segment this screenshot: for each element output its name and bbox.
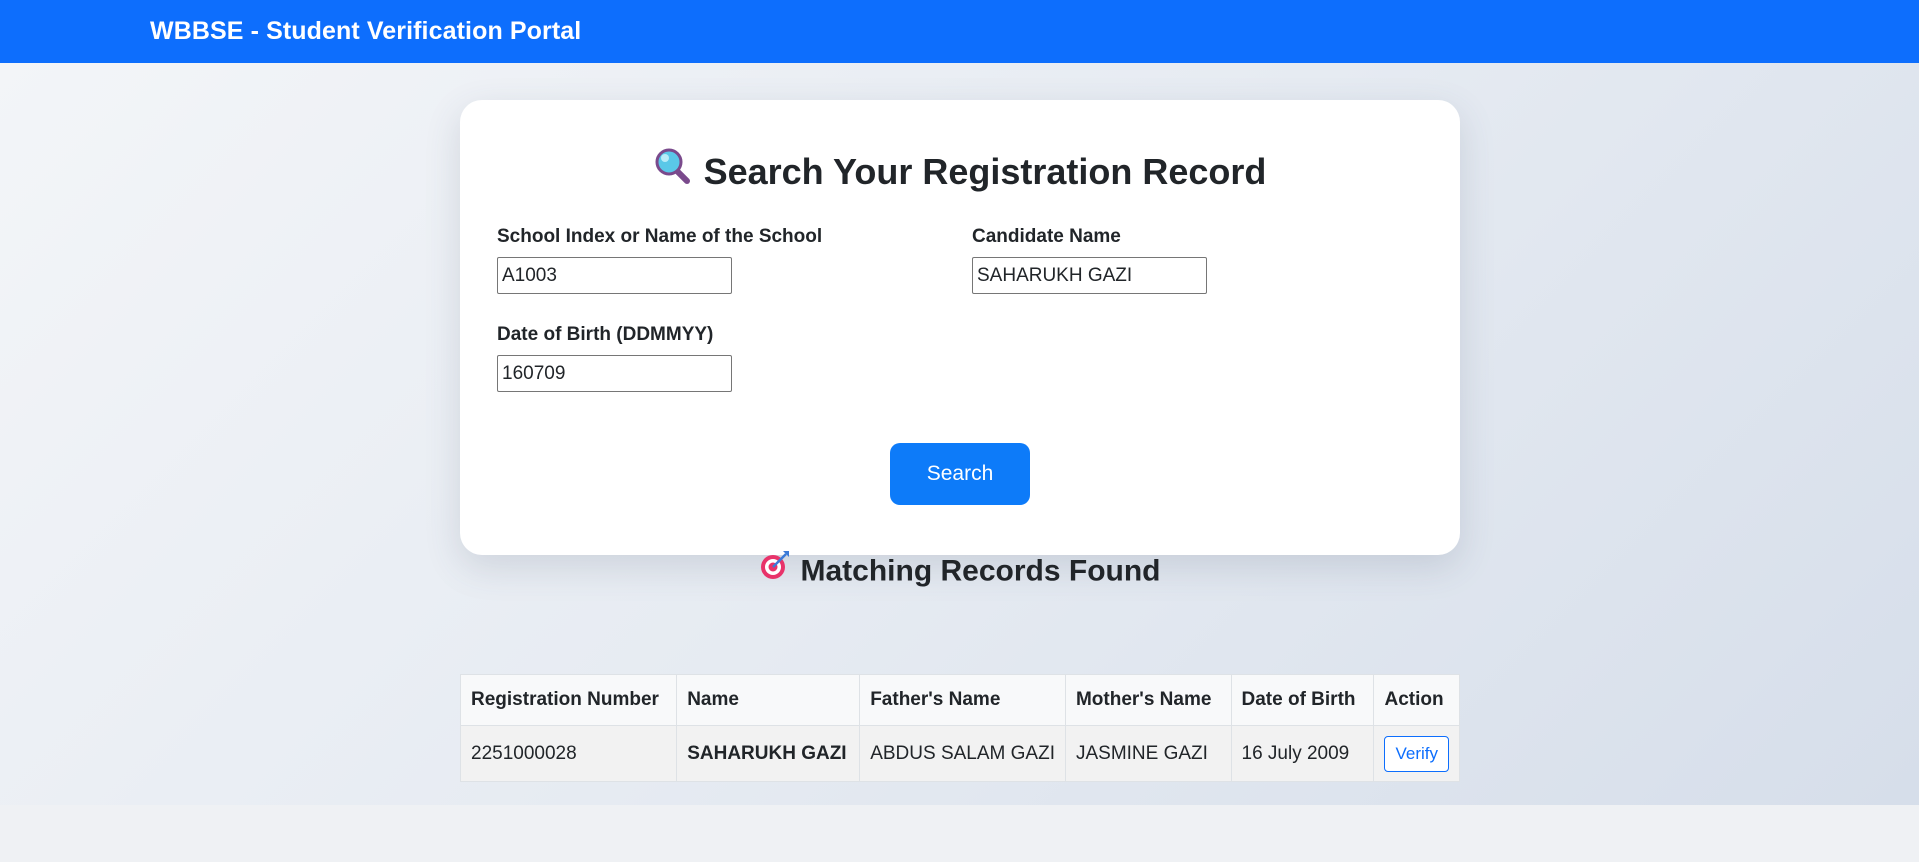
father-name-cell: ABDUS SALAM GAZI [859, 725, 1066, 782]
dob-field-group: Date of Birth (DDMMYY) [497, 324, 732, 392]
mother-name-cell: JASMINE GAZI [1064, 725, 1232, 782]
results-header-row: Registration Number Name Father's Name M… [459, 674, 1460, 726]
date-of-birth-cell: 16 July 2009 [1230, 725, 1375, 782]
search-card: Search Your Registration Record School I… [460, 100, 1460, 555]
verify-button[interactable]: Verify [1384, 735, 1449, 772]
search-button[interactable]: Search [890, 443, 1030, 505]
candidate-field-group: Candidate Name [972, 226, 1207, 294]
magnifying-glass-icon [654, 147, 692, 195]
school-field-label: School Index or Name of the School [497, 226, 823, 247]
column-header-date-of-birth: Date of Birth [1230, 674, 1375, 726]
candidate-name-cell: SAHARUKH GAZI [676, 725, 861, 782]
portal-brand[interactable]: WBBSE - Student Verification Portal [150, 17, 581, 46]
column-header-action: Action [1373, 674, 1460, 726]
school-index-input[interactable] [497, 257, 732, 294]
column-header-registration-number: Registration Number [459, 674, 678, 726]
registration-number-cell: 2251000028 [459, 725, 678, 782]
column-header-mothers-name: Mother's Name [1064, 674, 1232, 726]
search-card-title: Search Your Registration Record [460, 147, 1460, 198]
results-table: Registration Number Name Father's Name M… [459, 674, 1460, 782]
top-navbar: WBBSE - Student Verification Portal [0, 0, 1919, 63]
column-header-name: Name [676, 674, 861, 726]
candidate-name-input[interactable] [972, 257, 1207, 294]
dob-field-label: Date of Birth (DDMMYY) [497, 324, 714, 345]
column-header-fathers-name: Father's Name [859, 674, 1066, 726]
search-card-title-text: Search Your Registration Record [703, 151, 1267, 192]
candidate-field-label: Candidate Name [972, 226, 1121, 247]
page-footer-area [0, 805, 1919, 862]
results-title: Matching Records Found [0, 549, 1919, 593]
school-field-group: School Index or Name of the School [497, 226, 822, 294]
target-dart-icon [759, 549, 791, 590]
results-title-text: Matching Records Found [800, 554, 1161, 588]
date-of-birth-input[interactable] [497, 355, 732, 392]
table-row: 2251000028 SAHARUKH GAZI ABDUS SALAM GAZ… [459, 725, 1460, 782]
action-cell: Verify [1373, 725, 1460, 782]
